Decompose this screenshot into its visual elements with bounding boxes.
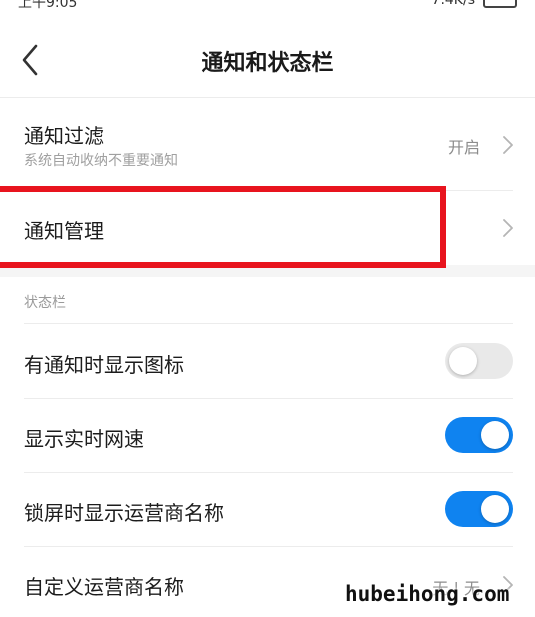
network-speed-label: 显示实时网速: [24, 427, 144, 451]
notification-filter-value: 开启: [447, 138, 480, 157]
watermark-text: hubeihong.com: [345, 582, 510, 606]
show-icon-label: 有通知时显示图标: [24, 353, 184, 377]
lockscreen-carrier-label: 锁屏时显示运营商名称: [24, 501, 224, 525]
show-icon-toggle[interactable]: [445, 343, 513, 379]
network-speed-toggle[interactable]: [445, 417, 513, 453]
status-bar: 上午9:05 7.4K/s: [0, 0, 535, 10]
network-speed-row[interactable]: 显示实时网速: [0, 399, 535, 473]
battery-icon: [483, 0, 517, 8]
nav-bar: 通知和状态栏: [0, 30, 535, 92]
lockscreen-carrier-toggle[interactable]: [445, 491, 513, 527]
page-title: 通知和状态栏: [201, 51, 334, 76]
toggle-knob: [449, 347, 477, 375]
status-bar-section-header: 状态栏: [24, 295, 66, 311]
annotation-highlight-box: [0, 186, 446, 268]
status-time: 上午9:05: [18, 0, 78, 10]
show-icon-row[interactable]: 有通知时显示图标: [0, 324, 535, 398]
toggle-knob: [481, 495, 509, 523]
chevron-right-icon: [503, 136, 513, 154]
lockscreen-carrier-row[interactable]: 锁屏时显示运营商名称: [0, 473, 535, 547]
notification-filter-row[interactable]: 通知过滤 系统自动收纳不重要通知 开启: [0, 98, 535, 190]
toggle-knob: [481, 421, 509, 449]
chevron-right-icon: [503, 219, 513, 237]
custom-carrier-label: 自定义运营商名称: [24, 575, 184, 599]
notification-filter-subtitle: 系统自动收纳不重要通知: [24, 153, 178, 169]
notification-filter-label: 通知过滤: [24, 124, 104, 148]
status-network-speed: 7.4K/s: [431, 0, 475, 8]
